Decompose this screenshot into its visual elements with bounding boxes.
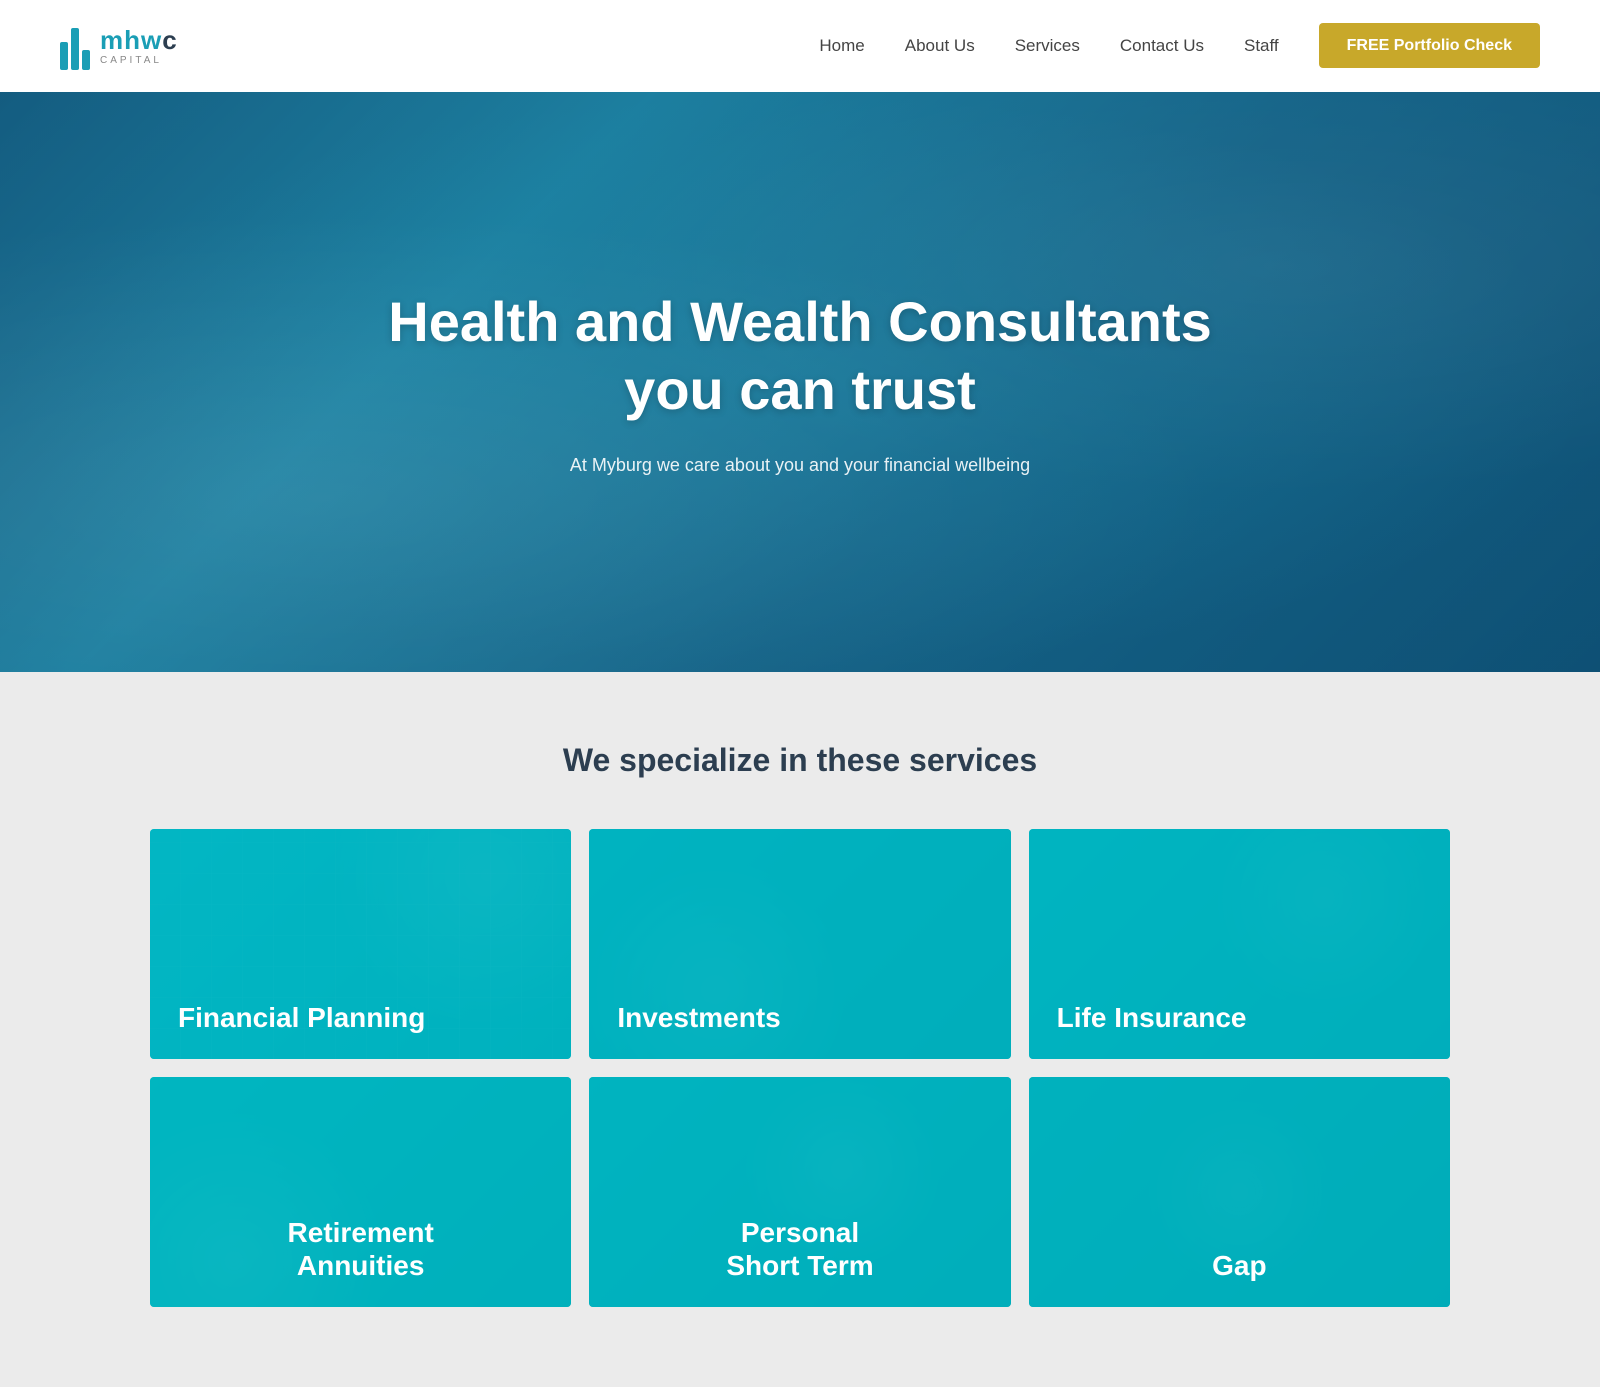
service-label-personal-short-term: PersonalShort Term [617,1216,982,1283]
hero-section: Health and Wealth Consultants you can tr… [0,92,1600,672]
nav-link-services[interactable]: Services [1015,36,1080,55]
logo[interactable]: mhwc CAPITAL [60,22,178,70]
services-section: We specialize in these services Financia… [0,672,1600,1387]
hero-title-line1: Health and Wealth Consultants [388,290,1211,353]
logo-bar-2 [71,28,79,70]
nav-links: Home About Us Services Contact Us Staff … [819,36,1540,56]
logo-main-text: mhwc [100,26,178,55]
logo-icon [60,22,90,70]
nav-item-cta[interactable]: FREE Portfolio Check [1319,37,1540,55]
logo-text: mhwc CAPITAL [100,26,178,66]
hero-title: Health and Wealth Consultants you can tr… [388,288,1211,422]
nav-item-home[interactable]: Home [819,36,864,56]
logo-bar-3 [82,50,90,70]
nav-item-staff[interactable]: Staff [1244,36,1279,56]
service-label-retirement: RetirementAnnuities [178,1216,543,1283]
logo-sub-text: CAPITAL [100,55,178,66]
service-label-investments: Investments [617,1001,780,1035]
nav-item-contact[interactable]: Contact Us [1120,36,1204,56]
service-card-financial-planning[interactable]: Financial Planning [150,829,571,1059]
nav-link-contact[interactable]: Contact Us [1120,36,1204,55]
service-card-personal-short-term[interactable]: PersonalShort Term [589,1077,1010,1307]
service-label-life-insurance: Life Insurance [1057,1001,1247,1035]
service-card-investments[interactable]: Investments [589,829,1010,1059]
nav-link-home[interactable]: Home [819,36,864,55]
services-heading: We specialize in these services [60,742,1540,779]
service-card-life-insurance[interactable]: Life Insurance [1029,829,1450,1059]
nav-link-staff[interactable]: Staff [1244,36,1279,55]
service-card-gap[interactable]: Gap [1029,1077,1450,1307]
nav-cta-button[interactable]: FREE Portfolio Check [1319,23,1540,68]
service-label-gap: Gap [1057,1249,1422,1283]
services-grid: Financial Planning Investments Life Insu… [150,829,1450,1307]
navbar: mhwc CAPITAL Home About Us Services Cont… [0,0,1600,92]
hero-subtitle: At Myburg we care about you and your fin… [570,455,1030,476]
logo-bar-1 [60,42,68,70]
hero-title-line2: you can trust [624,358,976,421]
service-label-financial-planning: Financial Planning [178,1001,425,1035]
nav-item-about[interactable]: About Us [905,36,975,56]
nav-link-about[interactable]: About Us [905,36,975,55]
nav-item-services[interactable]: Services [1015,36,1080,56]
service-card-retirement[interactable]: RetirementAnnuities [150,1077,571,1307]
